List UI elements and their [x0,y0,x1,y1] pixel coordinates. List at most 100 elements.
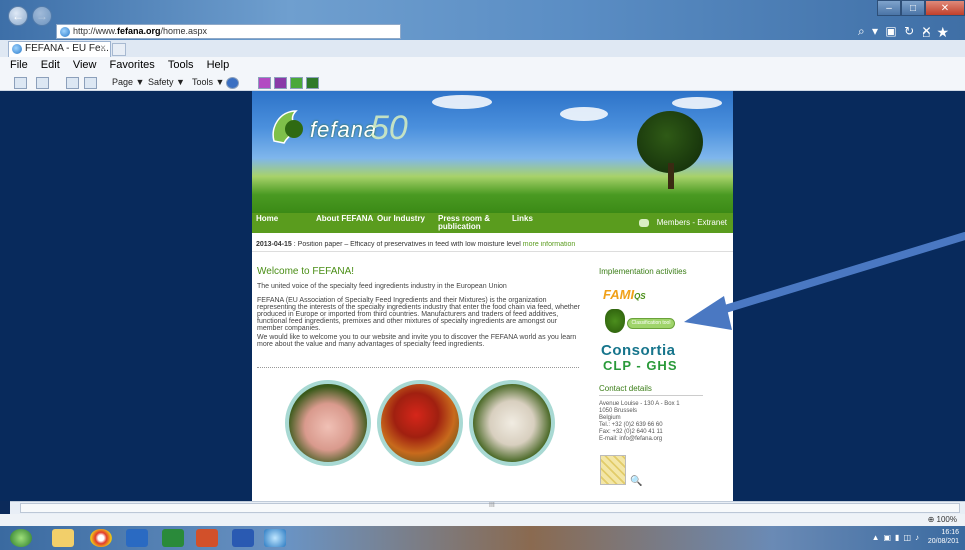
addon-cmd-icon[interactable] [290,75,303,89]
contact-title: Contact details [599,384,652,393]
address-line: Tel.: +32 (0)2 639 66 60 [599,422,663,428]
windows-taskbar: ▲▣▮◫♪ 16:16 20/08/201 [0,526,965,550]
home-cmd-icon[interactable] [14,75,27,89]
welcome-paragraph: We would like to welcome you to our webs… [257,334,577,348]
menu-tools[interactable]: Tools [168,59,194,71]
tab-title: FEFANA - EU Fe... [25,43,109,54]
ticker-date: 2013-04-15 [256,241,292,248]
page-menu[interactable]: Page ▼ [112,75,144,89]
menu-edit[interactable]: Edit [41,59,60,71]
url-prefix: http://www. [73,26,118,36]
ticker-divider [252,251,733,252]
consortia-link[interactable]: Consortia [601,342,676,359]
zoom-level[interactable]: ⊕ 100% [928,515,957,524]
logo-anniversary: 50 [370,109,408,147]
scrollbar-grip: III [489,502,495,509]
cloud [560,107,608,121]
address-line: Fax: +32 (0)2 640 41 11 [599,429,663,435]
clock[interactable]: 16:16 20/08/201 [928,528,959,546]
welcome-heading: Welcome to FEFANA! [257,266,355,277]
address-line[interactable]: E-mail: info@fefana.org [599,436,680,443]
fami-text: FAMI [603,287,635,302]
members-extranet-link[interactable]: Members - Extranet [638,218,727,227]
contact-address: Avenue Louise - 130 A - Box 1 1050 Bruss… [599,401,680,443]
site-banner: fefana 50 [252,91,733,213]
ie-favicon-icon [12,44,22,54]
address-line: Avenue Louise - 130 A - Box 1 [599,401,680,407]
ticker-more-link[interactable]: more information [523,241,576,248]
explorer-taskbar-icon[interactable] [52,529,74,547]
members-label: Members - Extranet [656,218,727,227]
site-nav: Home About FEFANA Our Industry Press roo… [252,213,733,233]
cow-image [469,380,555,466]
minimize-button[interactable]: – [877,0,901,16]
mail-cmd-icon[interactable] [66,75,79,89]
start-button-icon[interactable] [10,529,32,547]
safety-menu[interactable]: Safety ▼ [148,75,185,89]
ie-taskbar-icon[interactable] [264,529,286,547]
fami-qs-text: QS [634,292,646,301]
window-controls: – □ ✕ [877,0,965,16]
url-path: /home.aspx [160,26,208,36]
maximize-button[interactable]: □ [901,0,925,16]
horizontal-scrollbar[interactable]: III [10,501,965,514]
address-bar[interactable]: http://www.fefana.org/home.aspx [56,24,401,39]
tree-trunk [668,163,674,189]
ie-favicon-icon [60,27,70,37]
menu-help[interactable]: Help [207,59,230,71]
zoom-map-icon[interactable]: 🔍 [630,476,642,487]
tools-menu[interactable]: Tools ▼ [192,75,224,89]
classification-tool-link[interactable]: Classification tool [602,309,676,335]
tab-close-icon[interactable]: × [100,42,106,56]
implementation-title: Implementation activities [599,267,687,276]
logo-text[interactable]: fefana [310,117,377,143]
about-paragraph: FEFANA (EU Association of Specialty Feed… [257,297,580,332]
tab-fefana[interactable]: FEFANA - EU Fe... × [8,41,111,57]
nav-industry[interactable]: Our Industry [377,215,425,223]
menu-view[interactable]: View [73,59,97,71]
nav-links[interactable]: Links [512,215,533,223]
onenote-cmd-icon[interactable] [258,75,271,89]
word-taskbar-icon[interactable] [232,529,254,547]
status-bar: ⊕ 100% [0,514,965,526]
address-line: 1050 Brussels [599,408,638,414]
menu-file[interactable]: File [10,59,28,71]
intro-paragraph: The united voice of the specialty feed i… [257,283,507,290]
new-tab-button[interactable] [112,43,126,56]
powerpoint-taskbar-icon[interactable] [196,529,218,547]
nav-press[interactable]: Press room & publication [438,215,490,231]
content-divider [257,367,579,368]
classification-label: Classification tool [627,318,675,329]
outlook-taskbar-icon[interactable] [126,529,148,547]
menu-favorites[interactable]: Favorites [110,59,155,71]
nav-home[interactable]: Home [256,215,278,223]
fefana-site: fefana 50 Home About FEFANA Our Industry… [252,91,733,501]
famiqs-link[interactable]: FAMIQS [603,287,646,302]
print-cmd-icon[interactable] [84,75,97,89]
forward-button[interactable]: → [32,6,52,26]
chrome-taskbar-icon[interactable] [90,529,112,547]
browser-title-area: ← → http://www.fefana.org/home.aspx ⌕ ▾ … [0,0,965,40]
addon2-cmd-icon[interactable] [306,75,319,89]
rooster-image [377,380,463,466]
nav-about[interactable]: About FEFANA [316,215,373,223]
address-line: Belgium [599,415,621,421]
clp-ghs-link[interactable]: CLP - GHS [603,358,678,373]
tab-strip: FEFANA - EU Fe... × [0,40,965,57]
location-map-image[interactable] [600,455,626,485]
fefana-logo-icon[interactable] [266,103,314,151]
page-viewport: fefana 50 Home About FEFANA Our Industry… [0,91,965,501]
members-icon [638,218,649,227]
close-window-button[interactable]: ✕ [925,0,965,16]
command-bar: Page ▼ Safety ▼ Tools ▼ [0,73,965,91]
home-favorites-icons[interactable]: ⌂★ [922,24,955,41]
system-tray-icons[interactable]: ▲▣▮◫♪ [872,533,923,542]
clock-date: 20/08/201 [927,538,959,545]
back-button[interactable]: ← [8,6,28,26]
excel-taskbar-icon[interactable] [162,529,184,547]
pig-image [285,380,371,466]
feeds-cmd-icon[interactable] [36,75,49,89]
onenote2-cmd-icon[interactable] [274,75,287,89]
help-cmd-icon[interactable] [226,75,239,89]
news-ticker[interactable]: 2013-04-15 : Position paper – Efficacy o… [256,241,728,250]
